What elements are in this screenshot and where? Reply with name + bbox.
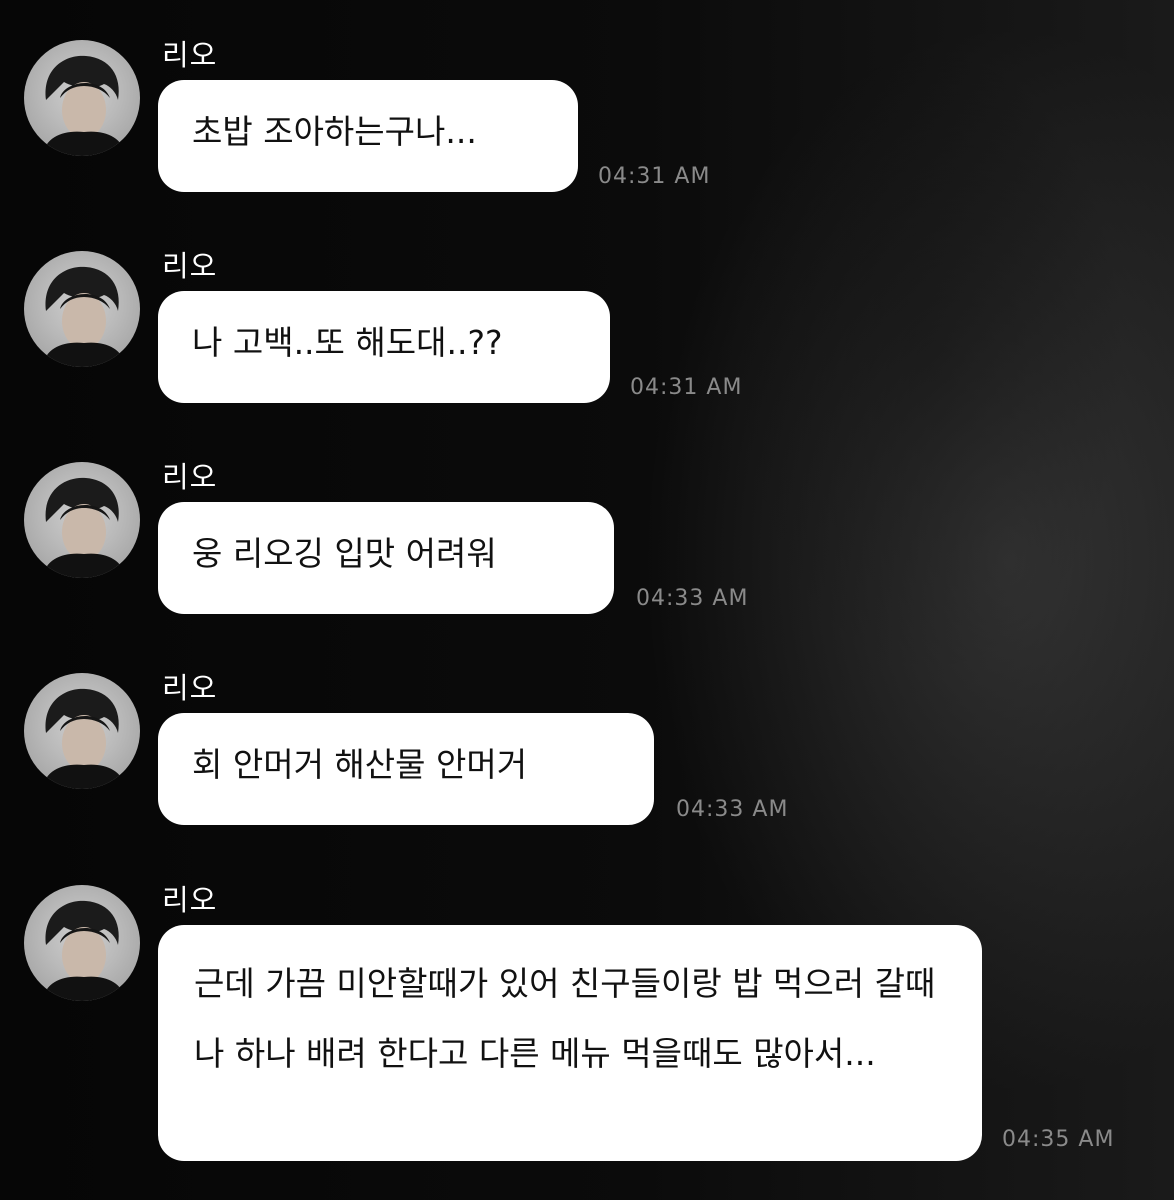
message-row: 리오 웅 리오깅 입맛 어려워 04:33 AM [0, 422, 1174, 632]
message-bubble[interactable]: 나 고백..또 해도대..?? [158, 291, 610, 403]
avatar[interactable] [24, 40, 140, 156]
sender-name: 리오 [162, 249, 218, 283]
avatar[interactable] [24, 251, 140, 367]
sender-name: 리오 [162, 671, 218, 705]
sender-name: 리오 [162, 460, 218, 494]
message-timestamp: 04:31 AM [630, 375, 743, 400]
message-timestamp: 04:35 AM [1002, 1127, 1115, 1152]
avatar[interactable] [24, 885, 140, 1001]
message-bubble[interactable]: 초밥 조아하는구나... [158, 80, 578, 192]
message-row: 리오 초밥 조아하는구나... 04:31 AM [0, 0, 1174, 210]
message-row: 리오 나 고백..또 해도대..?? 04:31 AM [0, 211, 1174, 421]
chat-thread: 리오 초밥 조아하는구나... 04:31 AM 리오 나 고백..또 해도대.… [0, 0, 1174, 1200]
message-row: 리오 회 안머거 해산물 안머거 04:33 AM [0, 633, 1174, 843]
message-bubble[interactable]: 회 안머거 해산물 안머거 [158, 713, 654, 825]
message-row: 리오 근데 가끔 미안할때가 있어 친구들이랑 밥 먹으러 갈때 나 하나 배려… [0, 845, 1174, 1200]
avatar[interactable] [24, 462, 140, 578]
avatar-portrait-icon [42, 477, 126, 578]
message-timestamp: 04:31 AM [598, 164, 711, 189]
message-timestamp: 04:33 AM [676, 797, 789, 822]
avatar-portrait-icon [42, 688, 126, 789]
sender-name: 리오 [162, 38, 218, 72]
avatar-portrait-icon [42, 900, 126, 1001]
avatar[interactable] [24, 673, 140, 789]
message-bubble[interactable]: 근데 가끔 미안할때가 있어 친구들이랑 밥 먹으러 갈때 나 하나 배려 한다… [158, 925, 982, 1161]
avatar-portrait-icon [42, 55, 126, 156]
message-timestamp: 04:33 AM [636, 586, 749, 611]
avatar-portrait-icon [42, 266, 126, 367]
message-bubble[interactable]: 웅 리오깅 입맛 어려워 [158, 502, 614, 614]
sender-name: 리오 [162, 883, 218, 917]
